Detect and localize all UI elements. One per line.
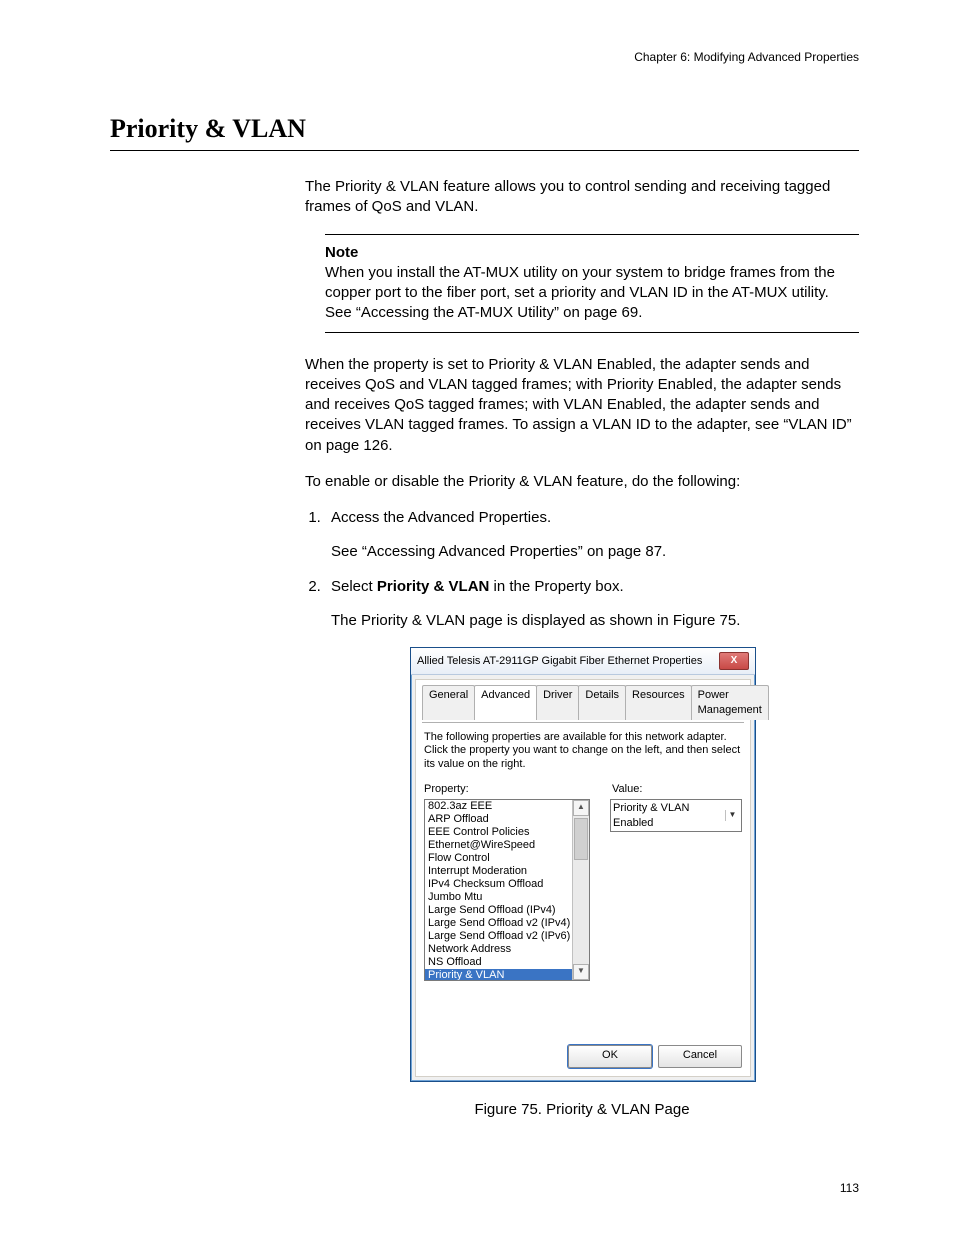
- list-item[interactable]: NS Offload: [425, 956, 572, 969]
- tab-power-management[interactable]: Power Management: [691, 685, 769, 720]
- step-1-sub: See “Accessing Advanced Properties” on p…: [331, 542, 859, 562]
- list-item[interactable]: Flow Control: [425, 852, 572, 865]
- value-label: Value:: [612, 782, 742, 797]
- list-item[interactable]: EEE Control Policies: [425, 826, 572, 839]
- cancel-button[interactable]: Cancel: [658, 1045, 742, 1068]
- property-listbox[interactable]: 802.3az EEE ARP Offload EEE Control Poli…: [424, 799, 590, 981]
- tab-driver[interactable]: Driver: [536, 685, 579, 720]
- step-2-post: in the Property box.: [489, 578, 623, 595]
- list-item[interactable]: ARP Offload: [425, 813, 572, 826]
- property-label: Property:: [424, 782, 469, 797]
- list-item-selected[interactable]: Priority & VLAN: [425, 969, 572, 980]
- list-item[interactable]: Network Address: [425, 943, 572, 956]
- step-1: Access the Advanced Properties. See “Acc…: [325, 508, 859, 563]
- note-box: Note When you install the AT-MUX utility…: [325, 234, 859, 333]
- tab-general[interactable]: General: [422, 685, 475, 720]
- list-item[interactable]: Jumbo Mtu: [425, 891, 572, 904]
- list-item[interactable]: Interrupt Moderation: [425, 865, 572, 878]
- value-selected-text: Priority & VLAN Enabled: [613, 801, 725, 831]
- close-icon[interactable]: X: [719, 652, 749, 670]
- tab-resources[interactable]: Resources: [625, 685, 692, 720]
- scroll-up-icon[interactable]: ▲: [573, 800, 589, 816]
- section-rule: [110, 150, 859, 151]
- chevron-down-icon[interactable]: ▼: [725, 810, 739, 821]
- tab-advanced[interactable]: Advanced: [474, 685, 537, 720]
- dialog-instructions: The following properties are available f…: [424, 731, 742, 772]
- enable-paragraph: To enable or disable the Priority & VLAN…: [305, 472, 859, 492]
- scroll-thumb[interactable]: [574, 818, 588, 860]
- list-item[interactable]: Ethernet@WireSpeed: [425, 839, 572, 852]
- tab-underline: [422, 722, 744, 723]
- page-number: 113: [840, 1181, 859, 1195]
- intro-paragraph: The Priority & VLAN feature allows you t…: [305, 177, 859, 218]
- dialog-title: Allied Telesis AT-2911GP Gigabit Fiber E…: [417, 654, 702, 669]
- dialog-titlebar[interactable]: Allied Telesis AT-2911GP Gigabit Fiber E…: [411, 648, 755, 675]
- figure-caption: Figure 75. Priority & VLAN Page: [410, 1100, 754, 1120]
- scroll-down-icon[interactable]: ▼: [573, 964, 589, 980]
- explain-paragraph: When the property is set to Priority & V…: [305, 355, 859, 456]
- ok-button[interactable]: OK: [568, 1045, 652, 1068]
- step-2-pre: Select: [331, 578, 377, 595]
- value-dropdown[interactable]: Priority & VLAN Enabled ▼: [610, 799, 742, 833]
- step-2: Select Priority & VLAN in the Property b…: [325, 577, 859, 632]
- tab-details[interactable]: Details: [578, 685, 626, 720]
- properties-dialog: Allied Telesis AT-2911GP Gigabit Fiber E…: [410, 647, 756, 1082]
- step-2-bold: Priority & VLAN: [377, 578, 490, 595]
- list-item[interactable]: Large Send Offload v2 (IPv4): [425, 917, 572, 930]
- list-item[interactable]: IPv4 Checksum Offload: [425, 878, 572, 891]
- list-item[interactable]: Large Send Offload (IPv4): [425, 904, 572, 917]
- section-title: Priority & VLAN: [110, 114, 859, 144]
- list-item[interactable]: Large Send Offload v2 (IPv6): [425, 930, 572, 943]
- step-2-sub: The Priority & VLAN page is displayed as…: [331, 611, 859, 631]
- listbox-scrollbar[interactable]: ▲ ▼: [572, 800, 589, 980]
- step-1-text: Access the Advanced Properties.: [331, 509, 551, 526]
- chapter-header: Chapter 6: Modifying Advanced Properties: [110, 50, 859, 64]
- tab-row: General Advanced Driver Details Resource…: [422, 684, 744, 719]
- list-item[interactable]: 802.3az EEE: [425, 800, 572, 813]
- note-text: When you install the AT-MUX utility on y…: [325, 263, 859, 324]
- note-label: Note: [325, 243, 859, 263]
